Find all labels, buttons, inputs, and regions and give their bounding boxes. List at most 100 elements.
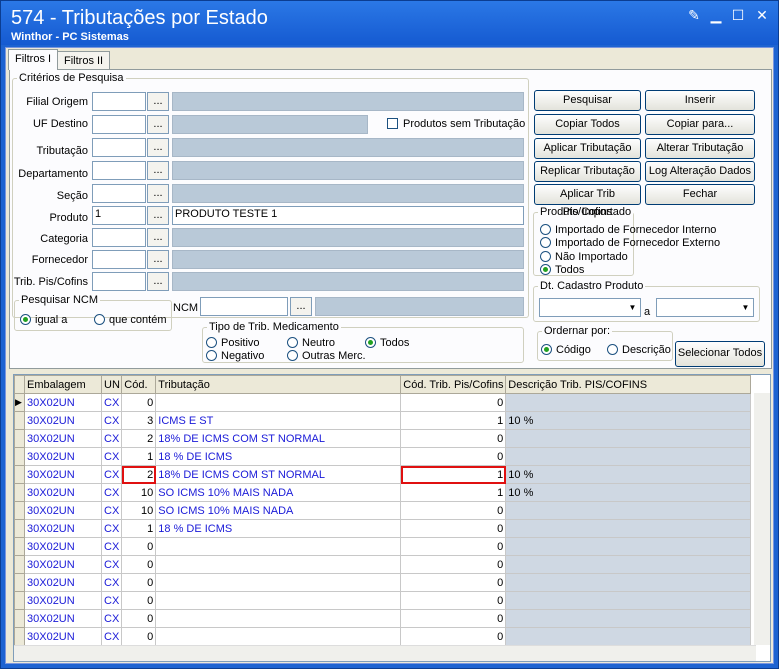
cell-tributacao[interactable]: 18% DE ICMS COM ST NORMAL bbox=[155, 429, 402, 448]
row-indicator[interactable] bbox=[14, 537, 25, 556]
cell-tributacao[interactable]: 18 % DE ICMS bbox=[155, 447, 402, 466]
cell-un[interactable]: CX bbox=[100, 483, 123, 502]
copiar-todos-button[interactable]: Copiar Todos bbox=[534, 114, 641, 135]
row-indicator[interactable] bbox=[14, 447, 25, 466]
departamento-input[interactable] bbox=[92, 161, 146, 180]
imp-externo-radio[interactable]: Importado de Fornecedor Externo bbox=[540, 237, 720, 249]
cell-cod-trib-pis[interactable]: 0 bbox=[400, 609, 507, 628]
filial-search-button[interactable]: ... bbox=[147, 92, 169, 111]
med-outras-radio[interactable]: Outras Merc. bbox=[287, 350, 366, 362]
row-indicator[interactable] bbox=[14, 411, 25, 430]
produto-search-button[interactable]: ... bbox=[147, 206, 169, 225]
horizontal-scrollbar[interactable] bbox=[14, 645, 756, 661]
cell-cod-trib-pis[interactable]: 0 bbox=[400, 393, 507, 412]
tributacao-input[interactable] bbox=[92, 138, 146, 157]
fechar-button[interactable]: Fechar bbox=[645, 184, 755, 205]
table-row[interactable]: 30X02UN CX 0 0 bbox=[14, 573, 752, 592]
row-indicator[interactable] bbox=[14, 555, 25, 574]
cell-embalagem[interactable]: 30X02UN bbox=[24, 609, 102, 628]
cell-cod[interactable]: 0 bbox=[121, 393, 157, 412]
cell-cod[interactable]: 0 bbox=[121, 609, 157, 628]
cell-cod-trib-pis[interactable]: 1 bbox=[400, 483, 507, 502]
cell-cod-trib-pis[interactable]: 0 bbox=[400, 555, 507, 574]
cell-un[interactable]: CX bbox=[100, 447, 123, 466]
cell-tributacao[interactable] bbox=[155, 573, 402, 592]
med-neutro-radio[interactable]: Neutro bbox=[287, 337, 335, 349]
table-row[interactable]: 30X02UN CX 10 SO ICMS 10% MAIS NADA 0 bbox=[14, 501, 752, 520]
col-cod-trib-pis[interactable]: Cód. Trib. Pis/Cofins bbox=[400, 375, 507, 394]
table-row[interactable]: 30X02UN CX 2 18% DE ICMS COM ST NORMAL 0 bbox=[14, 429, 752, 448]
cell-cod[interactable]: 0 bbox=[121, 555, 157, 574]
cell-cod-trib-pis[interactable]: 0 bbox=[400, 573, 507, 592]
cell-tributacao[interactable] bbox=[155, 537, 402, 556]
cell-embalagem[interactable]: 30X02UN bbox=[24, 627, 102, 646]
cell-un[interactable]: CX bbox=[100, 429, 123, 448]
row-indicator[interactable] bbox=[14, 465, 25, 484]
row-indicator[interactable] bbox=[14, 501, 25, 520]
row-indicator[interactable] bbox=[14, 573, 25, 592]
table-row[interactable]: 30X02UN CX 10 SO ICMS 10% MAIS NADA 1 10 % bbox=[14, 483, 752, 502]
cell-un[interactable]: CX bbox=[100, 501, 123, 520]
table-row[interactable]: 30X02UN CX 0 0 bbox=[14, 627, 752, 646]
tributacao-search-button[interactable]: ... bbox=[147, 138, 169, 157]
med-negativo-radio[interactable]: Negativo bbox=[206, 350, 264, 362]
fornecedor-search-button[interactable]: ... bbox=[147, 250, 169, 269]
selecionar-todos-button[interactable]: Selecionar Todos bbox=[675, 341, 765, 367]
ncm-input[interactable] bbox=[200, 297, 288, 316]
cell-cod-trib-pis[interactable]: 0 bbox=[400, 447, 507, 466]
table-row[interactable]: 30X02UN CX 0 0 bbox=[14, 537, 752, 556]
secao-input[interactable] bbox=[92, 184, 146, 203]
cell-desc-trib-pis[interactable]: 10 % bbox=[505, 465, 752, 484]
cell-desc-trib-pis[interactable] bbox=[505, 393, 752, 412]
cell-tributacao[interactable]: SO ICMS 10% MAIS NADA bbox=[155, 501, 402, 520]
cell-desc-trib-pis[interactable] bbox=[505, 609, 752, 628]
departamento-search-button[interactable]: ... bbox=[147, 161, 169, 180]
cell-embalagem[interactable]: 30X02UN bbox=[24, 501, 102, 520]
cell-tributacao[interactable]: 18% DE ICMS COM ST NORMAL bbox=[155, 465, 402, 484]
cell-cod[interactable]: 3 bbox=[121, 411, 157, 430]
secao-search-button[interactable]: ... bbox=[147, 184, 169, 203]
cell-un[interactable]: CX bbox=[100, 555, 123, 574]
cell-tributacao[interactable] bbox=[155, 591, 402, 610]
ord-codigo-radio[interactable]: Código bbox=[541, 344, 591, 356]
col-cod[interactable]: Cód. bbox=[121, 375, 157, 394]
cell-tributacao[interactable]: 18 % DE ICMS bbox=[155, 519, 402, 538]
cell-desc-trib-pis[interactable] bbox=[505, 591, 752, 610]
cell-tributacao[interactable] bbox=[155, 555, 402, 574]
pesquisar-button[interactable]: Pesquisar bbox=[534, 90, 641, 111]
categoria-input[interactable] bbox=[92, 228, 146, 247]
cell-desc-trib-pis[interactable] bbox=[505, 627, 752, 646]
cell-un[interactable]: CX bbox=[100, 537, 123, 556]
cell-desc-trib-pis[interactable] bbox=[505, 429, 752, 448]
cell-cod-trib-pis[interactable]: 0 bbox=[400, 537, 507, 556]
dt-fim-select[interactable]: ▼ bbox=[656, 298, 754, 317]
vertical-scrollbar[interactable] bbox=[754, 393, 770, 645]
sem-tributacao-checkbox[interactable]: Produtos sem Tributação bbox=[387, 118, 525, 130]
cell-cod-trib-pis[interactable]: 0 bbox=[400, 627, 507, 646]
uf-input[interactable] bbox=[92, 115, 146, 134]
cell-cod-trib-pis[interactable]: 0 bbox=[400, 429, 507, 448]
cell-embalagem[interactable]: 30X02UN bbox=[24, 411, 102, 430]
cell-un[interactable]: CX bbox=[100, 411, 123, 430]
trib-pis-search-button[interactable]: ... bbox=[147, 272, 169, 291]
inserir-button[interactable]: Inserir bbox=[645, 90, 755, 111]
cell-desc-trib-pis[interactable]: 10 % bbox=[505, 411, 752, 430]
cell-cod-trib-pis[interactable]: 0 bbox=[400, 519, 507, 538]
table-row[interactable]: 30X02UN CX 1 18 % DE ICMS 0 bbox=[14, 447, 752, 466]
cell-un[interactable]: CX bbox=[100, 519, 123, 538]
cell-cod[interactable]: 0 bbox=[121, 591, 157, 610]
filial-input[interactable] bbox=[92, 92, 146, 111]
cell-cod-trib-pis[interactable]: 0 bbox=[400, 591, 507, 610]
cell-desc-trib-pis[interactable] bbox=[505, 501, 752, 520]
results-grid[interactable]: Embalagem UN Cód. Tributação Cód. Trib. … bbox=[13, 374, 771, 662]
cell-cod[interactable]: 10 bbox=[121, 483, 157, 502]
cell-embalagem[interactable]: 30X02UN bbox=[24, 537, 102, 556]
table-row[interactable]: 30X02UN CX 1 18 % DE ICMS 0 bbox=[14, 519, 752, 538]
cell-desc-trib-pis[interactable] bbox=[505, 573, 752, 592]
cell-cod[interactable]: 0 bbox=[121, 627, 157, 646]
cell-cod[interactable]: 1 bbox=[121, 447, 157, 466]
row-indicator[interactable] bbox=[14, 483, 25, 502]
cell-embalagem[interactable]: 30X02UN bbox=[24, 573, 102, 592]
fornecedor-input[interactable] bbox=[92, 250, 146, 269]
cell-un[interactable]: CX bbox=[100, 465, 123, 484]
